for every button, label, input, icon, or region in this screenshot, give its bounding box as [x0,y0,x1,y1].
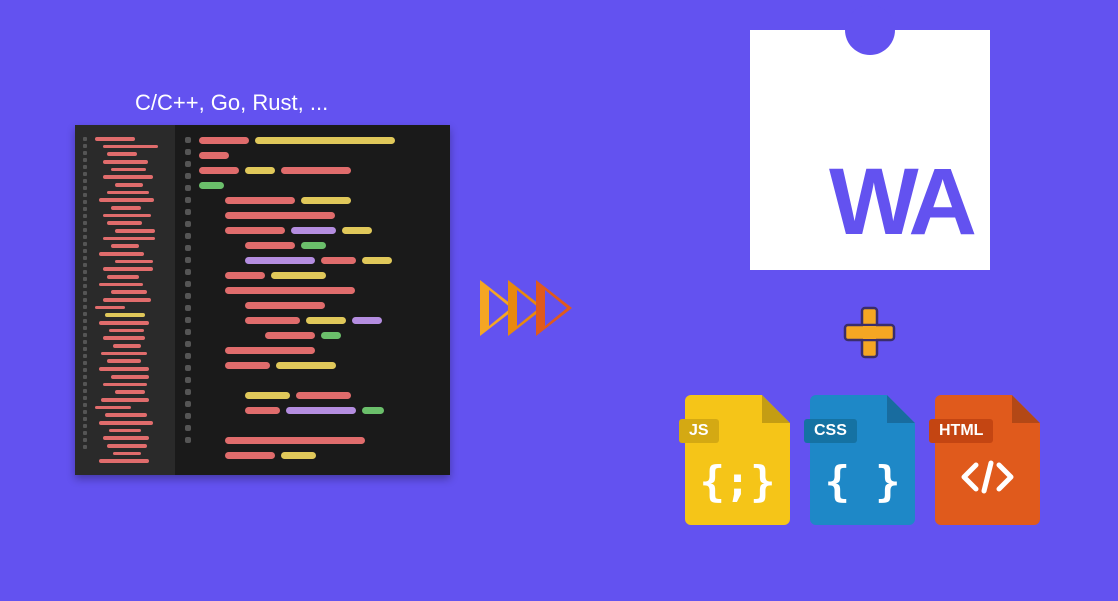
css-file-symbol: { } [810,457,915,506]
file-icons-group: JS {;} CSS { } HTML [685,395,1040,525]
html-file-icon: HTML [935,395,1040,525]
source-languages-label: C/C++, Go, Rust, ... [135,90,328,116]
code-minimap [75,125,175,475]
js-file-label: JS [679,419,719,443]
webassembly-logo-text: WA [829,155,972,250]
arrow-group [480,280,564,336]
js-file-symbol: {;} [685,457,790,506]
code-editor-illustration [75,125,450,475]
webassembly-logo: WA [750,30,990,270]
css-file-label: CSS [804,419,857,443]
code-main-area [175,125,450,475]
css-file-icon: CSS { } [810,395,915,525]
html-file-symbol [935,457,1040,497]
js-file-icon: JS {;} [685,395,790,525]
chevron-right-icon [536,280,572,336]
plus-icon [842,305,897,360]
html-file-label: HTML [929,419,993,443]
